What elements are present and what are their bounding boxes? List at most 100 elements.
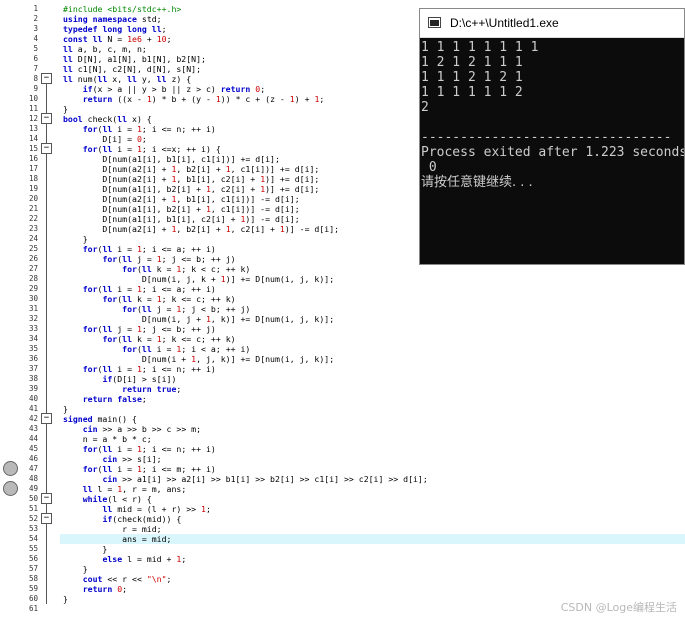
- line-number: 45: [28, 444, 38, 453]
- line-number: 35: [28, 344, 38, 353]
- code-line: for(ll i = 1; i <= a; ++ i): [82, 244, 216, 254]
- line-number: 51: [28, 504, 38, 513]
- line-number: 17: [28, 164, 38, 173]
- console-line: Process exited after 1.223 seconds: [421, 145, 685, 160]
- line-number: 20: [28, 194, 38, 203]
- line-number: 60: [28, 594, 38, 603]
- line-number: 26: [28, 254, 38, 263]
- console-line: 2: [421, 100, 429, 115]
- breakpoint-icon[interactable]: [3, 461, 18, 476]
- line-number: 28: [28, 274, 38, 283]
- code-line: else l = mid + 1;: [102, 554, 187, 564]
- line-number: 59: [28, 584, 38, 593]
- fold-toggle-button[interactable]: −: [41, 413, 52, 424]
- line-number: 44: [28, 434, 38, 443]
- code-line: ans = mid;: [63, 534, 172, 544]
- line-number: 61: [28, 604, 38, 613]
- code-line: for(ll i = 1; i <= a; ++ i): [82, 284, 216, 294]
- console-line: --------------------------------: [421, 130, 672, 145]
- code-line: for(ll k = 1; k <= c; ++ k): [102, 334, 236, 344]
- line-number: 2: [33, 14, 38, 23]
- line-number: 4: [33, 34, 38, 43]
- line-number: 56: [28, 554, 38, 563]
- line-number: 42: [28, 414, 38, 423]
- code-line: for(ll j = 1; j <= b; ++ j): [82, 324, 216, 334]
- line-number: 14: [28, 134, 38, 143]
- console-window[interactable]: D:\c++\Untitled1.exe 1 1 1 1 1 1 1 11 2 …: [419, 8, 685, 265]
- code-line: D[num(a1[i], b1[i], c1[i])] += d[i];: [63, 154, 280, 164]
- breakpoint-icon[interactable]: [3, 481, 18, 496]
- console-app-icon: [428, 17, 441, 28]
- code-line: if(x > a || y > b || z > c) return 0;: [82, 84, 266, 94]
- code-line: }: [63, 594, 68, 604]
- code-line: for(ll k = 1; k < c; ++ k): [122, 264, 251, 274]
- code-line: for(ll j = 1; j <= b; ++ j): [102, 254, 236, 264]
- line-number: 24: [28, 234, 38, 243]
- line-number: 12: [28, 114, 38, 123]
- fold-toggle-button[interactable]: −: [41, 493, 52, 504]
- code-line: for(ll i = 1; i <= n; ++ i): [82, 124, 216, 134]
- console-title-bar[interactable]: D:\c++\Untitled1.exe: [420, 9, 684, 38]
- code-line: for(ll j = 1; j < b; ++ j): [122, 304, 251, 314]
- code-line: typedef long long ll;: [63, 24, 167, 34]
- code-line: n = a * b * c;: [63, 434, 152, 444]
- code-line: D[i] = 0;: [63, 134, 147, 144]
- code-line: D[num(a2[i] + 1, b2[i] + 1, c2[i] + 1)] …: [63, 224, 340, 234]
- line-number: 37: [28, 364, 38, 373]
- line-number: 8: [33, 74, 38, 83]
- code-line: ll c1[N], c2[N], d[N], s[N];: [63, 64, 202, 74]
- code-line: cin >> a >> b >> c >> m;: [82, 424, 202, 434]
- code-line: }: [63, 564, 88, 574]
- line-number: 52: [28, 514, 38, 523]
- code-line: if(D[i] > s[i]): [102, 374, 177, 384]
- line-number: 39: [28, 384, 38, 393]
- code-line: D[num(a2[i] + 1, b2[i] + 1, c1[i])] += d…: [63, 164, 320, 174]
- console-line: 0: [421, 160, 437, 175]
- code-line: for(ll i = 1; i <= m; ++ i): [82, 464, 216, 474]
- code-line: while(l < r) {: [82, 494, 152, 504]
- console-line: 1 1 1 1 1 1 1 1: [421, 40, 539, 55]
- line-number-gutter[interactable]: 1 2 3 4 5 6 7 8 9 10 11 12 13 14 15 16 17 18 19 20 21 22 23 24 2…: [0, 4, 60, 622]
- line-number: 54: [28, 534, 38, 543]
- code-line: return true;: [122, 384, 182, 394]
- code-line: const ll N = 1e6 + 10;: [63, 34, 172, 44]
- fold-toggle-button[interactable]: −: [41, 143, 52, 154]
- line-number: 31: [28, 304, 38, 313]
- code-line: signed main() {: [63, 414, 137, 424]
- code-line: if(check(mid)) {: [102, 514, 182, 524]
- line-number: 40: [28, 394, 38, 403]
- code-line: D[num(i, j, k + 1)] += D[num(i, j, k)];: [63, 274, 335, 284]
- line-number: 27: [28, 264, 38, 273]
- console-title: D:\c++\Untitled1.exe: [450, 16, 559, 30]
- line-number: 57: [28, 564, 38, 573]
- watermark: CSDN @Loge编程生活: [560, 601, 677, 614]
- code-line: r = mid;: [63, 524, 162, 534]
- code-line: for(ll i = 1; i < a; ++ i): [122, 344, 251, 354]
- line-number: 41: [28, 404, 38, 413]
- fold-toggle-button[interactable]: −: [41, 113, 52, 124]
- code-line: ll l = 1, r = m, ans;: [82, 484, 187, 494]
- code-line: ll num(ll x, ll y, ll z) {: [63, 74, 192, 84]
- line-number: 18: [28, 174, 38, 183]
- fold-toggle-button[interactable]: −: [41, 73, 52, 84]
- line-number: 11: [28, 104, 38, 113]
- code-line: }: [63, 104, 68, 114]
- code-line: D[num(a2[i] + 1, b1[i], c1[i])] -= d[i];: [63, 194, 300, 204]
- line-number: 3: [33, 24, 38, 33]
- code-line: cin >> s[i];: [102, 454, 162, 464]
- console-line: 1 1 1 1 1 1 2: [421, 85, 523, 100]
- line-number: 9: [33, 84, 38, 93]
- line-number: 21: [28, 204, 38, 213]
- fold-toggle-button[interactable]: −: [41, 513, 52, 524]
- code-line: }: [63, 234, 88, 244]
- code-line: return ((x - 1) * b + (y - 1)) * c + (z …: [82, 94, 325, 104]
- line-number: 5: [33, 44, 38, 53]
- code-line: for(ll i = 1; i <= n; ++ i): [82, 364, 216, 374]
- code-line: D[num(a2[i] + 1, b1[i], c2[i] + 1)] += d…: [63, 174, 320, 184]
- code-line: #include <bits/stdc++.h>: [63, 4, 182, 14]
- code-line: D[num(a1[i], b2[i] + 1, c2[i] + 1)] += d…: [63, 184, 320, 194]
- line-number: 10: [28, 94, 38, 103]
- line-number: 55: [28, 544, 38, 553]
- line-number: 29: [28, 284, 38, 293]
- line-number: 53: [28, 524, 38, 533]
